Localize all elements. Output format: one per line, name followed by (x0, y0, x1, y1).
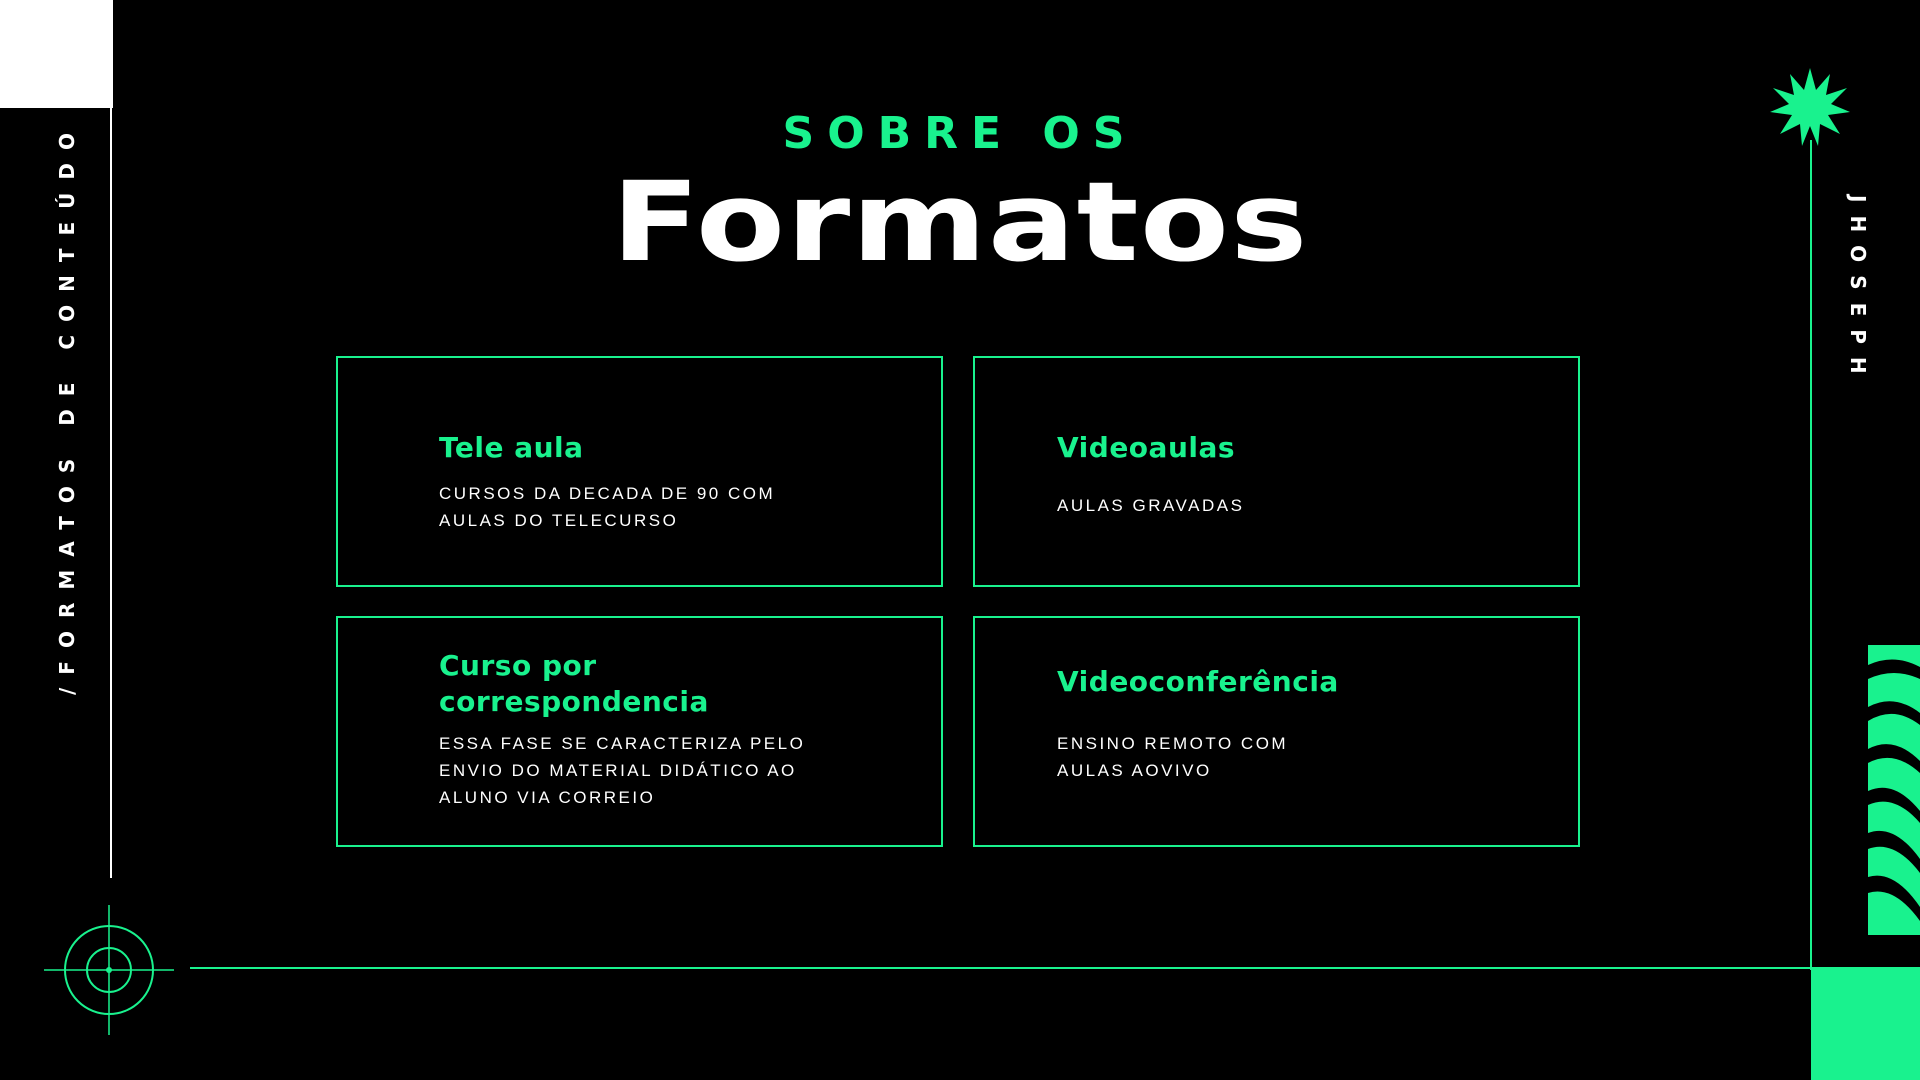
section-eyebrow: SOBRE OS (782, 108, 1138, 159)
card-title: Curso por correspondencia (439, 648, 709, 720)
bottom-horizontal-line (190, 967, 1812, 969)
page-title: Formatos (611, 158, 1309, 286)
format-card-videoconferencia: Videoconferência ENSINO REMOTO COM AULAS… (973, 616, 1580, 847)
format-card-videoaulas: Videoaulas AULAS GRAVADAS (973, 356, 1580, 587)
card-description-line: ALUNO VIA CORREIO (439, 788, 656, 807)
card-description-line: CURSOS DA DECADA DE 90 COM (439, 484, 776, 503)
card-title: Videoaulas (1057, 431, 1236, 464)
card-description: ESSA FASE SE CARACTERIZA PELO ENVIO DO M… (439, 730, 805, 811)
format-card-tele-aula: Tele aula CURSOS DA DECADA DE 90 COM AUL… (336, 356, 943, 587)
card-description: AULAS GRAVADAS (1057, 492, 1244, 519)
card-description-line: ENVIO DO MATERIAL DIDÁTICO AO (439, 761, 797, 780)
card-title: Tele aula (439, 431, 584, 464)
card-description-line: AULAS GRAVADAS (1057, 496, 1245, 515)
card-description-line: AULAS DO TELECURSO (439, 511, 679, 530)
card-description-line: ENSINO REMOTO COM (1057, 734, 1289, 753)
card-description-line: ESSA FASE SE CARACTERIZA PELO (439, 734, 806, 753)
card-title-line: Curso por (439, 649, 597, 682)
card-description: CURSOS DA DECADA DE 90 COM AULAS DO TELE… (439, 480, 775, 534)
green-corner-block (1811, 967, 1920, 1080)
card-description: ENSINO REMOTO COM AULAS AOVIVO (1057, 730, 1288, 784)
crosshair-target-icon (44, 905, 174, 1035)
zigzag-stripes-decoration (1868, 645, 1920, 935)
white-corner-block (0, 0, 113, 108)
format-card-correspondencia: Curso por correspondencia ESSA FASE SE C… (336, 616, 943, 847)
card-title: Videoconferência (1057, 665, 1339, 698)
card-description-line: AULAS AOVIVO (1057, 761, 1212, 780)
card-title-line: correspondencia (439, 685, 709, 718)
